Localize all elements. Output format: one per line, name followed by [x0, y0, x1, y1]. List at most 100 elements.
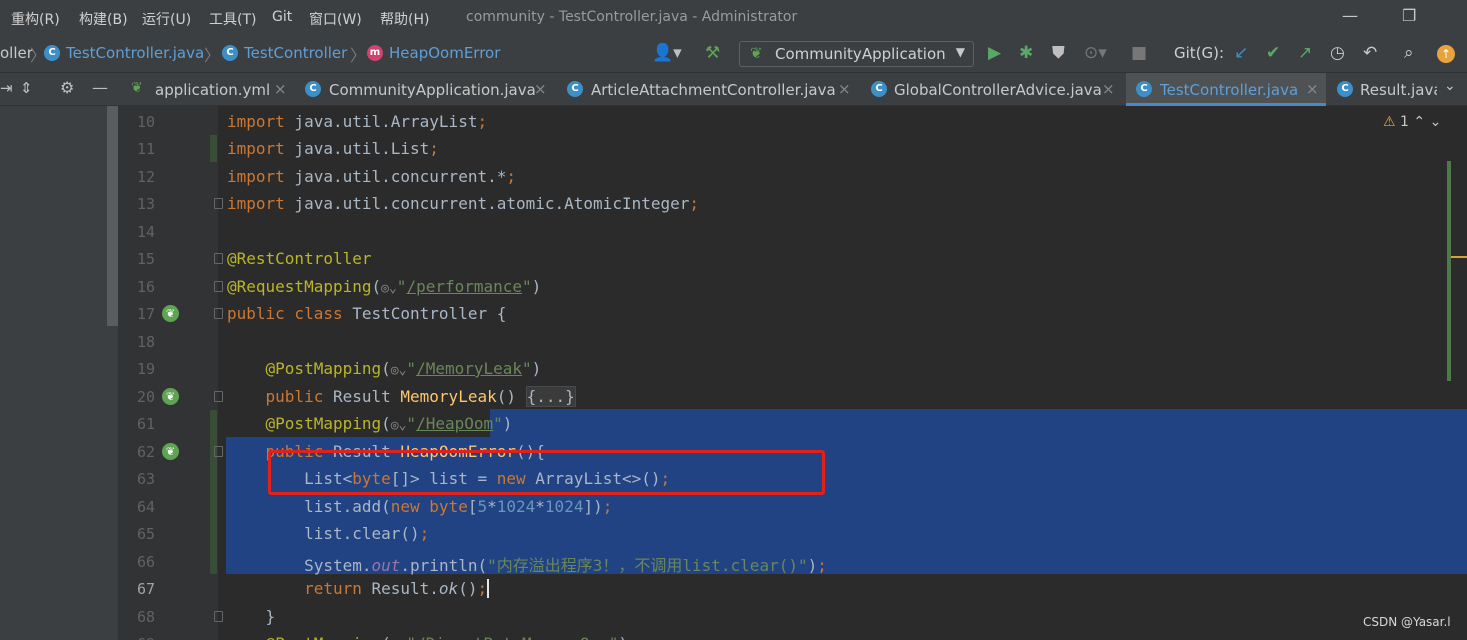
code-text: import java.util.concurrent.atomic.Atomi…	[227, 194, 700, 213]
collapse-all-icon[interactable]: ⇕	[20, 79, 33, 97]
coverage-icon[interactable]: ⛊	[1052, 43, 1065, 63]
profiler-icon[interactable]: ⊙▾	[1084, 43, 1107, 63]
close-icon[interactable]: ×	[534, 80, 547, 98]
user-icon[interactable]: 👤▾	[652, 43, 682, 63]
endpoint-icon[interactable]: ❦	[162, 443, 179, 460]
rollback-icon[interactable]: ↶	[1363, 43, 1377, 63]
code-text: }	[227, 607, 276, 626]
chevron-down-icon[interactable]: ⌄	[1444, 78, 1456, 94]
line-number: 16	[136, 278, 155, 296]
code-editor[interactable]: 10 import java.util.ArrayList; 11 import…	[118, 106, 1467, 640]
line-number: 62	[136, 443, 155, 461]
git-update-icon[interactable]: ↙	[1234, 43, 1248, 63]
tab-article-attachment-controller[interactable]: C ArticleAttachmentController.java ×	[560, 73, 858, 106]
code-line: 19 @PostMapping(◎⌄"/MemoryLeak")	[118, 355, 1467, 382]
class-icon: C	[871, 81, 887, 97]
debug-icon[interactable]: ✱	[1019, 43, 1033, 63]
expand-all-icon[interactable]: ⇥	[0, 79, 13, 97]
navigation-bar: oller 〉 C TestController.java 〉 C TestCo…	[0, 36, 1467, 72]
code-line: 10 import java.util.ArrayList;	[118, 108, 1467, 135]
inspection-widget[interactable]: ⚠ 1 ⌃ ⌄	[1383, 114, 1441, 130]
code-text: @PostMapping(◎⌄"/DirectByteMemoryOom")	[227, 634, 628, 640]
hide-panel-icon[interactable]: —	[92, 78, 108, 97]
line-number: 10	[136, 113, 155, 131]
menu-window[interactable]: 窗口(W)	[309, 9, 362, 29]
vcs-change-marker	[210, 135, 217, 162]
project-panel-scrollbar[interactable]	[107, 106, 118, 326]
chevron-down-icon[interactable]: ⌄	[1430, 114, 1442, 130]
code-text: @PostMapping(◎⌄"/HeapOom")	[265, 414, 513, 433]
close-icon[interactable]: ×	[1102, 80, 1115, 98]
line-number: 14	[136, 223, 155, 241]
tab-label: GlobalControllerAdvice.java	[894, 81, 1102, 99]
warning-stripe-marker[interactable]	[1451, 256, 1467, 258]
close-icon[interactable]: ×	[838, 80, 851, 98]
close-icon[interactable]: ×	[274, 80, 287, 98]
chevron-up-icon[interactable]: ⌃	[1413, 114, 1425, 130]
fold-icon[interactable]	[214, 308, 223, 319]
stop-icon[interactable]: ■	[1131, 43, 1147, 63]
run-icon[interactable]: ▶	[988, 43, 1001, 63]
code-line: 18	[118, 328, 1467, 355]
line-number: 67	[136, 580, 155, 598]
line-number: 68	[136, 608, 155, 626]
menu-build[interactable]: 构建(B)	[79, 9, 128, 29]
line-number: 17	[136, 305, 155, 323]
line-number: 61	[136, 415, 155, 433]
run-configuration-select[interactable]: ❦ CommunityApplication ▼	[739, 41, 974, 67]
line-number: 11	[136, 140, 155, 158]
code-text: System.out.println("内存溢出程序3！，不调用list.cle…	[227, 556, 827, 575]
fold-icon[interactable]	[214, 446, 223, 457]
warning-icon: ⚠	[1383, 114, 1396, 130]
git-push-icon[interactable]: ↗	[1298, 43, 1312, 63]
editor-scrollbar[interactable]	[1447, 161, 1451, 381]
fold-icon[interactable]	[214, 198, 223, 209]
code-line: 13 import java.util.concurrent.atomic.At…	[118, 190, 1467, 217]
tab-result[interactable]: C Result.java	[1330, 73, 1437, 106]
fold-icon[interactable]	[214, 281, 223, 292]
line-number: 69	[118, 635, 155, 640]
tab-global-controller-advice[interactable]: C GlobalControllerAdvice.java ×	[864, 73, 1122, 106]
fold-icon[interactable]	[214, 253, 223, 264]
code-line: 12 import java.util.concurrent.*;	[118, 163, 1467, 190]
code-text: public class TestController {	[227, 304, 507, 323]
class-icon: C	[1337, 81, 1353, 97]
breadcrumb-class[interactable]: TestController	[244, 44, 347, 62]
code-line: 65 list.clear();	[118, 520, 1467, 547]
tab-label: CommunityApplication.java	[329, 81, 536, 99]
breadcrumb-file[interactable]: TestController.java	[66, 44, 204, 62]
tab-test-controller[interactable]: C TestController.java ×	[1126, 73, 1326, 106]
minimize-icon[interactable]: —	[1342, 6, 1358, 25]
editor-tab-bar: ⇥ ⇕ ⚙ — ❦ application.yml × C CommunityA…	[0, 72, 1467, 106]
menu-git[interactable]: Git	[272, 9, 292, 25]
menu-refactor[interactable]: 重构(R)	[11, 9, 60, 29]
search-icon[interactable]: ⌕	[1404, 43, 1414, 63]
line-number: 20	[136, 388, 155, 406]
line-number: 63	[136, 470, 155, 488]
menu-tools[interactable]: 工具(T)	[209, 9, 256, 29]
tab-application-yml[interactable]: ❦ application.yml ×	[124, 73, 292, 106]
history-icon[interactable]: ◷	[1330, 43, 1345, 63]
restore-icon[interactable]: ❐	[1402, 6, 1416, 25]
gear-icon[interactable]: ⚙	[60, 78, 74, 97]
menu-bar: 重构(R) 构建(B) 运行(U) 工具(T) Git 窗口(W) 帮助(H) …	[0, 0, 1467, 36]
class-icon: C	[44, 45, 60, 61]
project-panel	[0, 106, 118, 640]
expand-fold-icon[interactable]	[214, 391, 223, 402]
menu-help[interactable]: 帮助(H)	[380, 9, 429, 29]
build-hammer-icon[interactable]: ⚒	[705, 43, 720, 63]
update-icon[interactable]: ↑	[1437, 45, 1455, 63]
tab-community-application[interactable]: C CommunityApplication.java ×	[298, 73, 554, 106]
git-commit-icon[interactable]: ✔	[1266, 43, 1280, 63]
code-text: @PostMapping(◎⌄"/MemoryLeak")	[265, 359, 542, 378]
code-line: 15 @RestController	[118, 245, 1467, 272]
close-icon[interactable]: ×	[1306, 80, 1319, 98]
breadcrumb-method[interactable]: HeapOomError	[389, 44, 500, 62]
menu-run[interactable]: 运行(U)	[142, 9, 191, 29]
endpoint-icon[interactable]: ❦	[162, 388, 179, 405]
spring-bean-icon[interactable]: ❦	[162, 305, 179, 322]
breadcrumb-folder[interactable]: oller	[0, 44, 33, 62]
watermark: CSDN @Yasar.l	[1363, 615, 1451, 629]
fold-icon[interactable]	[214, 611, 223, 622]
line-number: 15	[136, 250, 155, 268]
